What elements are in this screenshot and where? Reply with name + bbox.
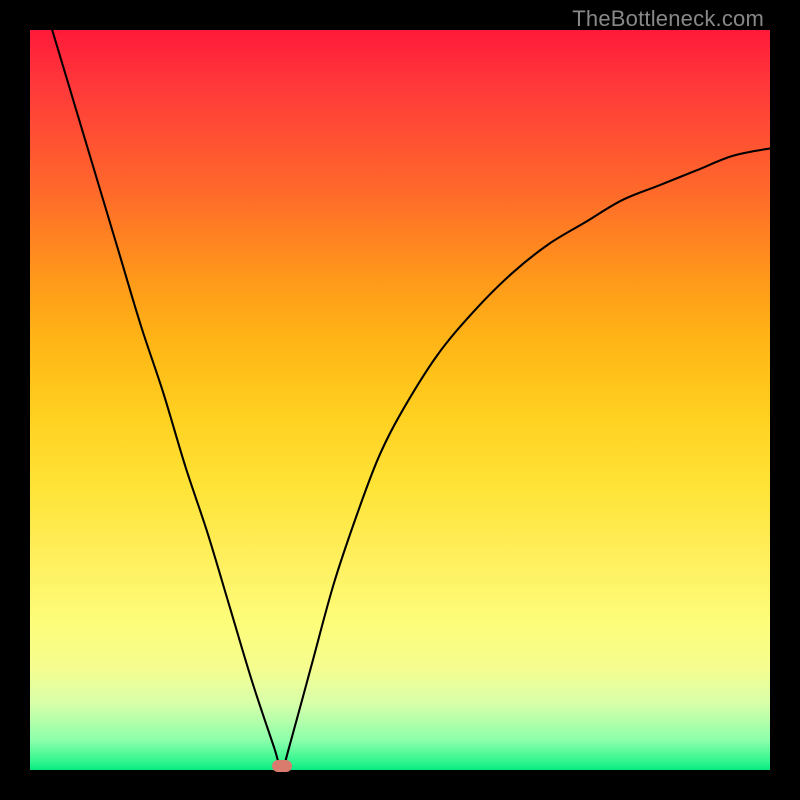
- watermark-text: TheBottleneck.com: [572, 6, 764, 32]
- chart-frame: TheBottleneck.com: [0, 0, 800, 800]
- bottleneck-curve: [30, 30, 770, 770]
- plot-area: [30, 30, 770, 770]
- minimum-marker-icon: [272, 760, 292, 772]
